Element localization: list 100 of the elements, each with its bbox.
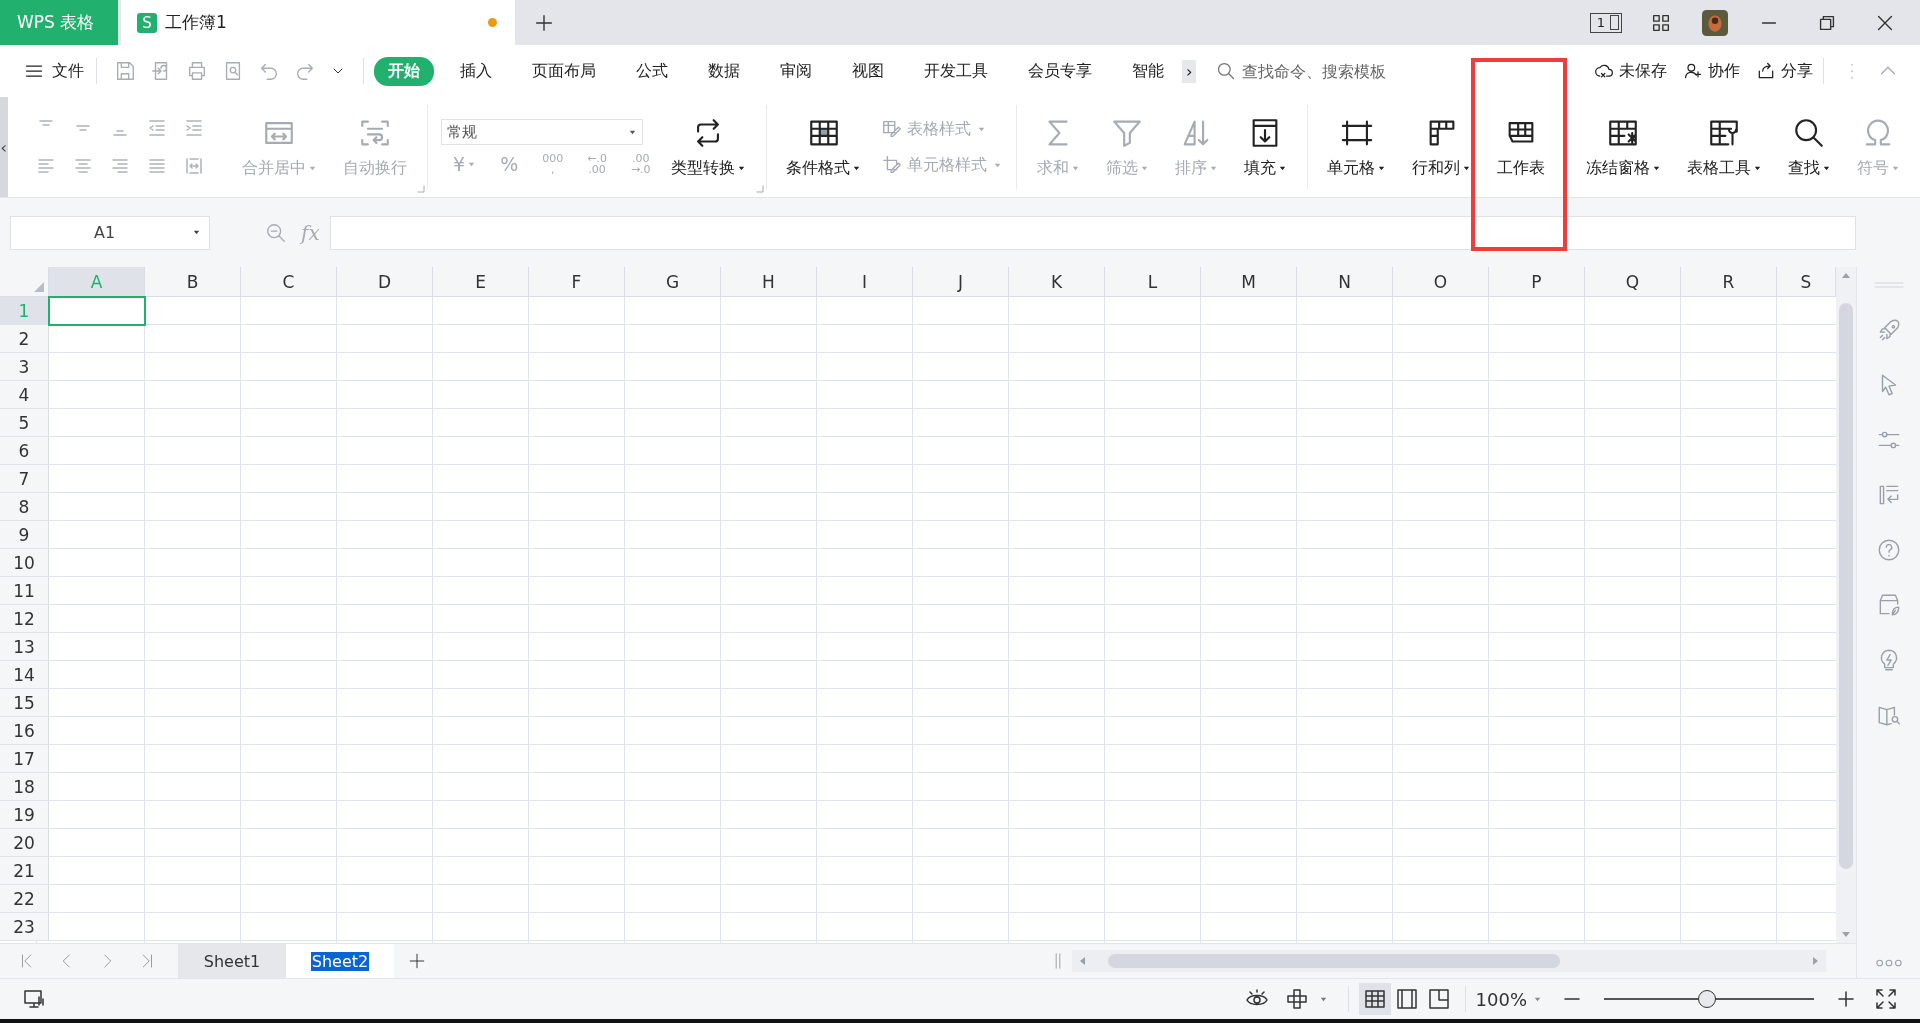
ribbon-button[interactable]: 填充 bbox=[1237, 115, 1293, 179]
crosshair-icon[interactable] bbox=[1284, 987, 1309, 1011]
document-title: 工作簿1 bbox=[165, 11, 227, 34]
active-cell[interactable] bbox=[48, 296, 146, 326]
name-box[interactable]: A1 bbox=[10, 215, 210, 250]
scroll-right-icon[interactable] bbox=[1810, 956, 1820, 966]
sheet-tab[interactable]: Sheet1 bbox=[178, 944, 286, 978]
column-header[interactable]: H bbox=[721, 267, 817, 297]
sheet-tab[interactable]: Sheet2 bbox=[286, 944, 394, 978]
share-button[interactable]: 分享 bbox=[1756, 60, 1813, 82]
menu-tab[interactable]: 智能 bbox=[1118, 56, 1178, 86]
scroll-up-icon[interactable] bbox=[1841, 271, 1851, 281]
document-tab[interactable]: S 工作簿1 bbox=[121, 0, 515, 45]
avatar-icon[interactable] bbox=[1702, 9, 1728, 36]
save-icon[interactable] bbox=[114, 60, 136, 82]
row-header[interactable]: 23 bbox=[0, 913, 49, 941]
menu-tab[interactable]: 插入 bbox=[446, 56, 506, 86]
collaborate-button[interactable]: 协作 bbox=[1683, 60, 1740, 82]
row-header[interactable]: 17 bbox=[0, 745, 49, 773]
column-header[interactable]: O bbox=[1393, 267, 1489, 297]
device-icon[interactable]: 1 bbox=[1589, 12, 1622, 33]
fullscreen-icon[interactable] bbox=[1874, 987, 1898, 1011]
row-header[interactable]: 4 bbox=[0, 381, 49, 409]
ribbon-button[interactable]: 冻结窗格 bbox=[1579, 115, 1667, 179]
row-header[interactable]: 3 bbox=[0, 353, 49, 381]
select-all-icon[interactable] bbox=[34, 282, 44, 292]
ribbon-button[interactable]: 条件格式 bbox=[780, 115, 868, 179]
ribbon-button[interactable]: 类型转换 bbox=[664, 115, 752, 179]
normal-view-icon[interactable] bbox=[1358, 983, 1391, 1015]
print-icon[interactable] bbox=[186, 60, 208, 82]
splitter-handle-icon[interactable] bbox=[1054, 952, 1062, 970]
row-header[interactable]: 10 bbox=[0, 549, 49, 577]
share-icon bbox=[1756, 61, 1776, 81]
ribbon-button[interactable]: 行和列 bbox=[1406, 115, 1478, 179]
dialog-launcher-icon[interactable] bbox=[755, 185, 764, 193]
column-header[interactable]: N bbox=[1297, 267, 1393, 297]
row-header[interactable]: 19 bbox=[0, 801, 49, 829]
column-header[interactable]: I bbox=[817, 267, 913, 297]
row-header[interactable]: 8 bbox=[0, 493, 49, 521]
row-header[interactable]: 15 bbox=[0, 689, 49, 717]
row-header[interactable]: 5 bbox=[0, 409, 49, 437]
column-header[interactable]: L bbox=[1105, 267, 1201, 297]
vertical-scrollbar[interactable] bbox=[1836, 267, 1856, 943]
scroll-left-icon[interactable] bbox=[1078, 956, 1088, 966]
row-header[interactable]: 16 bbox=[0, 717, 49, 745]
zoom-icon[interactable] bbox=[265, 221, 287, 244]
row-header[interactable]: 11 bbox=[0, 577, 49, 605]
column-header[interactable]: R bbox=[1681, 267, 1777, 297]
search-icon bbox=[1216, 61, 1237, 81]
number-format-dropdown[interactable]: 常规 bbox=[441, 119, 644, 145]
horizontal-scrollbar[interactable] bbox=[1072, 950, 1826, 972]
slider-thumb[interactable] bbox=[1697, 990, 1716, 1008]
zoom-dropdown[interactable]: 100% bbox=[1475, 988, 1542, 1010]
row-header[interactable]: 20 bbox=[0, 829, 49, 857]
ribbon-button[interactable]: 单元格 bbox=[1321, 115, 1393, 179]
column-header[interactable]: C bbox=[241, 267, 337, 297]
column-header[interactable]: P bbox=[1489, 267, 1585, 297]
add-sheet-icon[interactable] bbox=[408, 952, 426, 970]
app-logo: S bbox=[137, 12, 157, 33]
macro-icon[interactable] bbox=[22, 987, 46, 1011]
menu-tab[interactable]: 公式 bbox=[622, 56, 682, 86]
menu-tab[interactable]: 会员专享 bbox=[1014, 56, 1106, 86]
row-header[interactable]: 13 bbox=[0, 633, 49, 661]
column-header[interactable]: F bbox=[529, 267, 625, 297]
save-status-button[interactable]: 未保存 bbox=[1594, 60, 1667, 82]
column-header[interactable]: D bbox=[337, 267, 433, 297]
menu-tab[interactable]: 审阅 bbox=[766, 56, 826, 86]
column-header[interactable]: J bbox=[913, 267, 1009, 297]
column-header[interactable]: S bbox=[1777, 267, 1836, 297]
command-search-field[interactable]: 查找命令、搜索模板 bbox=[1216, 60, 1405, 82]
crop-brush-icon bbox=[881, 154, 904, 176]
column-header[interactable]: E bbox=[433, 267, 529, 297]
table-brush-icon bbox=[881, 118, 904, 140]
row-header[interactable]: 6 bbox=[0, 437, 49, 465]
column-header[interactable]: M bbox=[1201, 267, 1297, 297]
scroll-down-icon[interactable] bbox=[1841, 929, 1851, 939]
more-icon[interactable] bbox=[1874, 958, 1903, 968]
column-header[interactable]: Q bbox=[1585, 267, 1681, 297]
menu-tab[interactable]: 页面布局 bbox=[518, 56, 610, 86]
file-menu[interactable]: 文件 bbox=[22, 56, 86, 86]
row-header[interactable]: 18 bbox=[0, 773, 49, 801]
ribbon-button[interactable]: 表格工具 bbox=[1680, 115, 1768, 179]
row-header[interactable]: 12 bbox=[0, 605, 49, 633]
formula-input[interactable] bbox=[329, 215, 1856, 250]
ribbon-button[interactable]: 工作表 bbox=[1491, 115, 1552, 179]
tabs-scroll-button[interactable]: › bbox=[1182, 59, 1197, 83]
row-header[interactable]: 22 bbox=[0, 885, 49, 913]
row-header[interactable]: 21 bbox=[0, 857, 49, 885]
column-header[interactable]: G bbox=[625, 267, 721, 297]
row-header[interactable]: 2 bbox=[0, 325, 49, 353]
menu-tab[interactable]: 开发工具 bbox=[910, 56, 1002, 86]
ribbon-collapse-button[interactable]: ‹ bbox=[0, 97, 8, 197]
menu-tab[interactable]: 数据 bbox=[694, 56, 754, 86]
row-header[interactable]: 9 bbox=[0, 521, 49, 549]
row-header[interactable]: 7 bbox=[0, 465, 49, 493]
menu-tab[interactable]: 视图 bbox=[838, 56, 898, 86]
ribbon-button[interactable]: 查找 bbox=[1781, 115, 1837, 179]
row-header[interactable]: 14 bbox=[0, 661, 49, 689]
column-header[interactable]: B bbox=[145, 267, 241, 297]
column-header[interactable]: K bbox=[1009, 267, 1105, 297]
